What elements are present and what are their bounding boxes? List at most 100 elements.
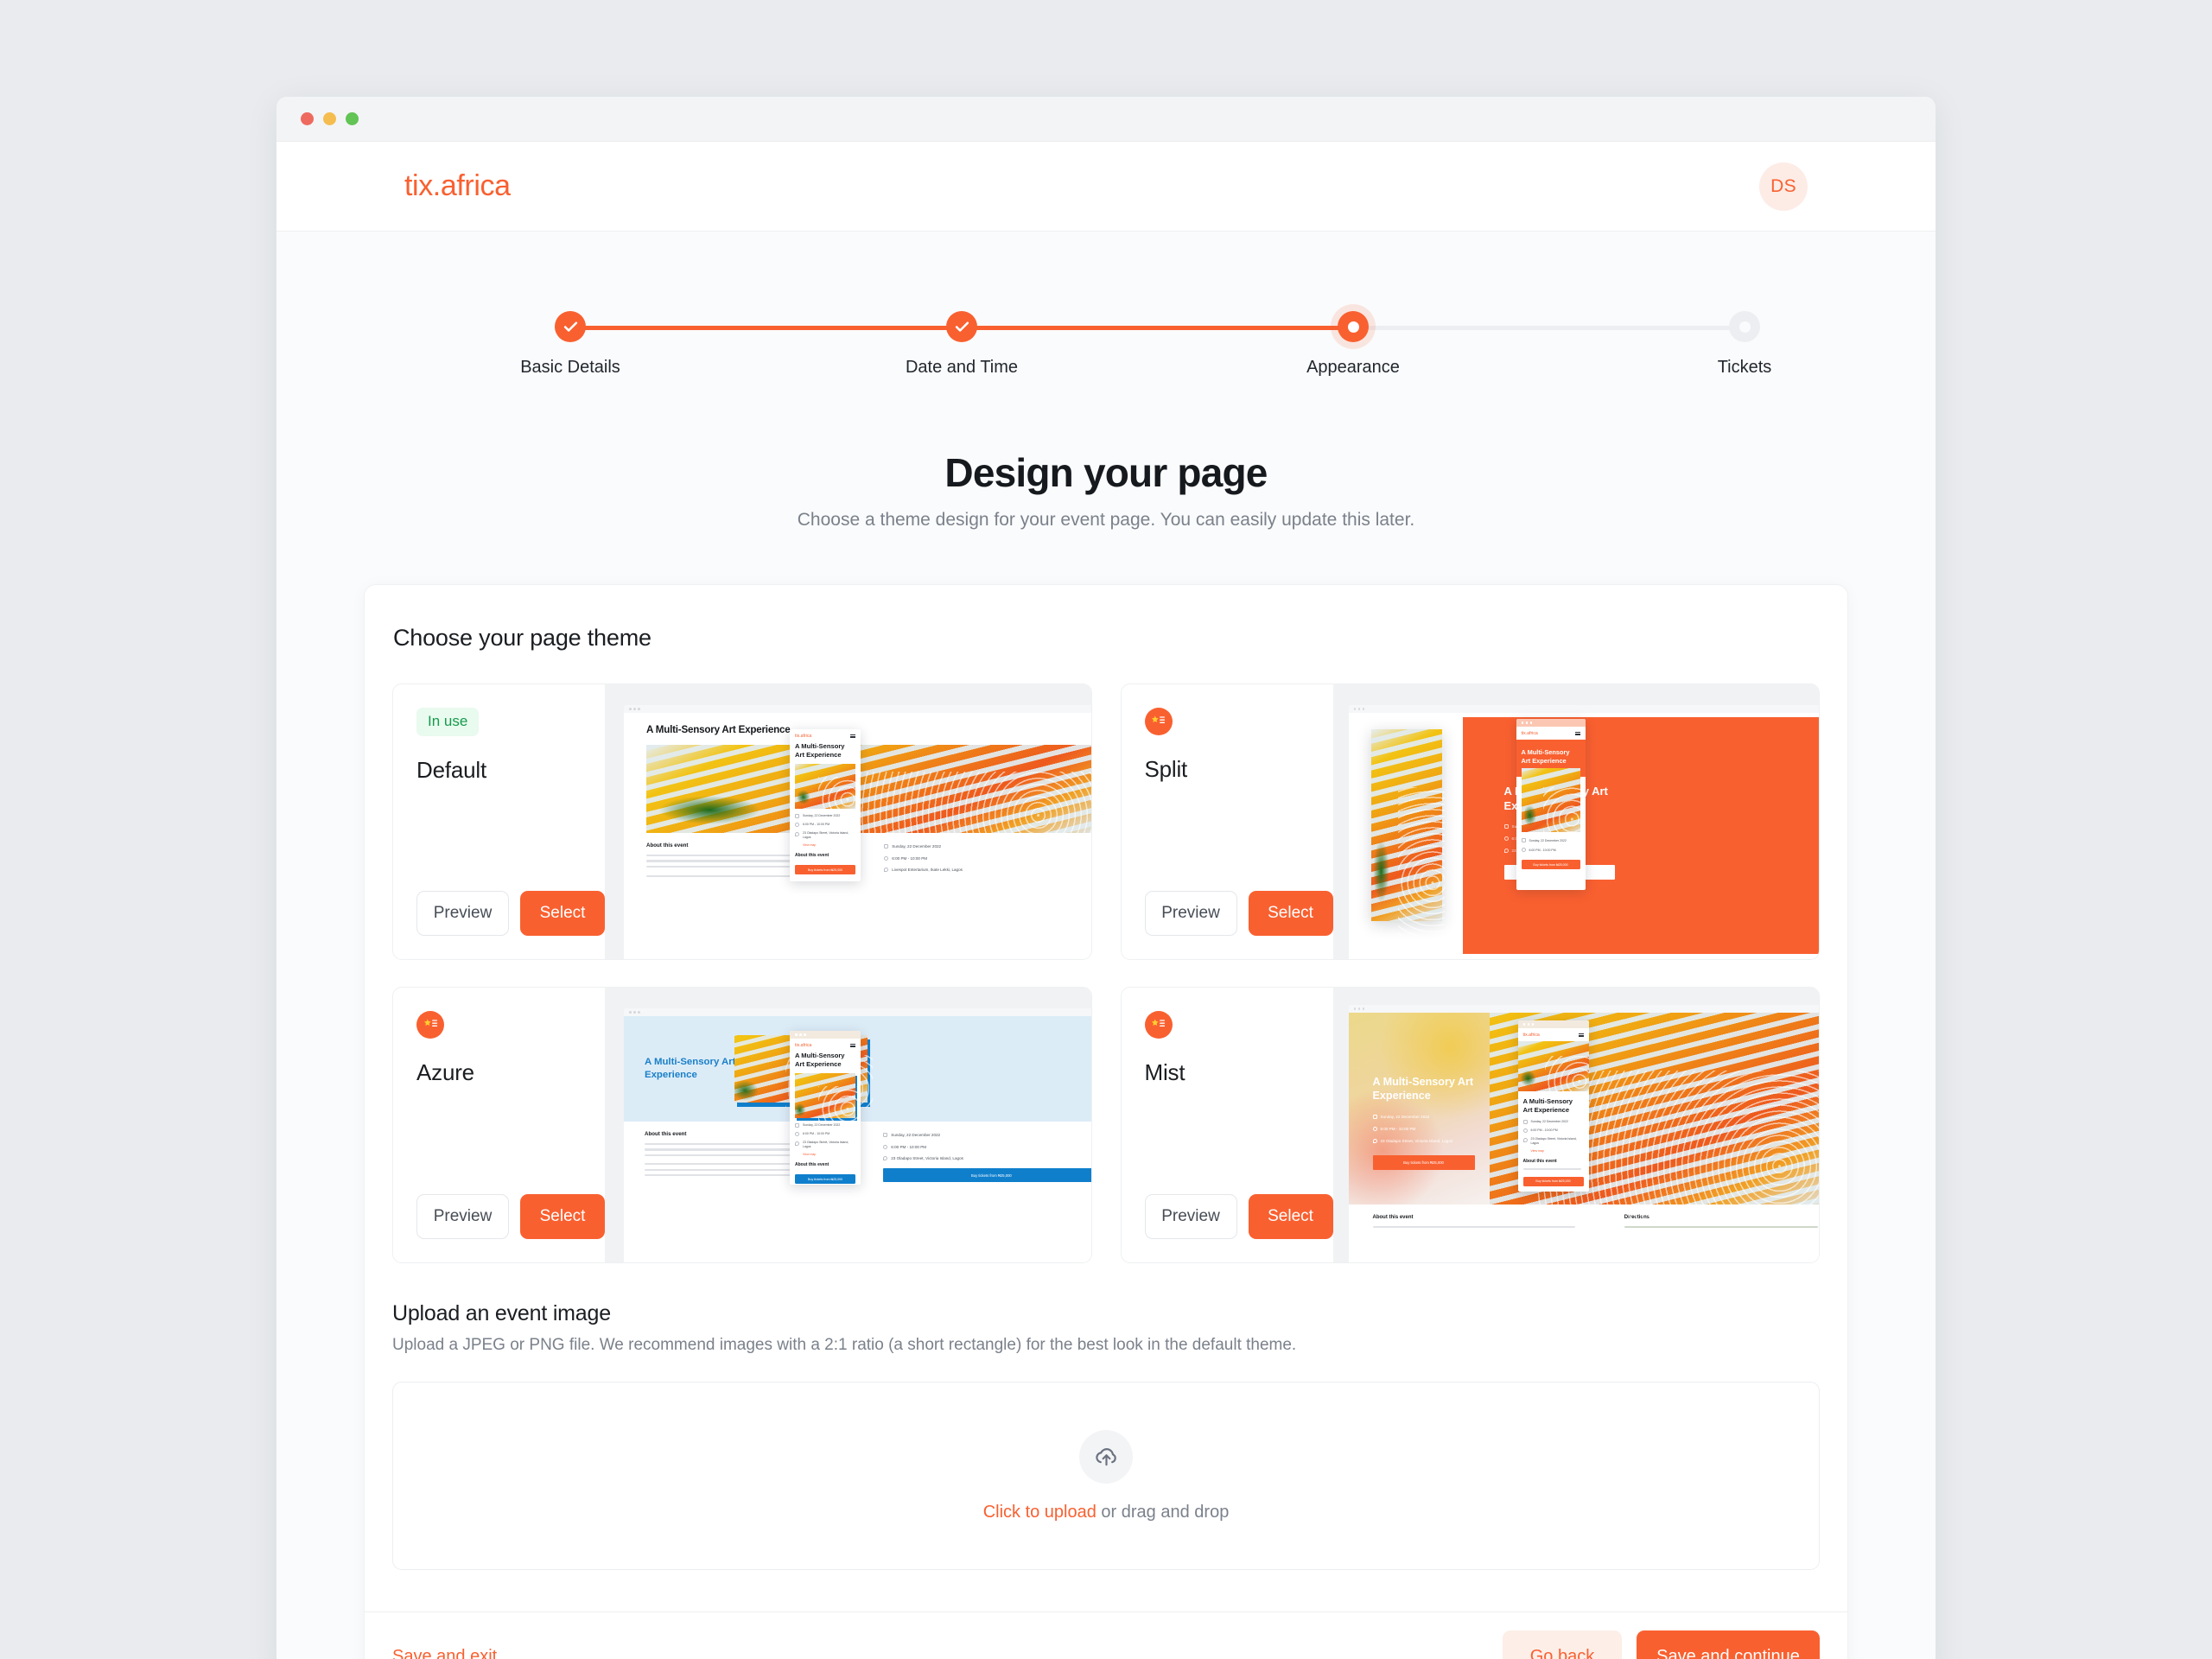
theme-name: Mist	[1144, 1059, 1185, 1085]
stepper-label-1: Basic Details	[520, 358, 620, 377]
mobile-event-title: A Multi-Sensory Art Experience	[1522, 1097, 1573, 1114]
cloud-upload-icon	[1079, 1429, 1133, 1484]
theme-card-mist[interactable]: Mist Preview Select A Multi-Sensory Art …	[1120, 987, 1820, 1263]
mobile-view-map[interactable]: View map	[803, 843, 855, 847]
stepper-node-tickets[interactable]	[1729, 311, 1760, 342]
calendar-icon	[795, 813, 799, 818]
stepper-node-date-and-time[interactable]	[946, 311, 977, 342]
theme-card-default[interactable]: In use Default Preview Select A Multi-Se…	[392, 683, 1092, 960]
mockup-event-title: A Multi-Sensory Art Experience	[646, 724, 791, 735]
mobile-about-heading: About this event	[795, 1162, 830, 1168]
pin-icon	[1522, 1137, 1528, 1142]
hamburger-icon	[1574, 731, 1580, 736]
theme-name: Azure	[416, 1059, 474, 1085]
mockup-venue: 23 Oladapo Street, Victoria Island, Lago…	[891, 1156, 963, 1160]
mockup-event-title: A Multi-Sensory Art Experience	[1372, 1076, 1474, 1103]
mockup-date: Sunday, 22 December 2022	[1380, 1114, 1430, 1119]
premium-theme-icon	[416, 1011, 444, 1039]
theme-card-info: Split Preview Select	[1122, 684, 1333, 959]
theme-preview-default[interactable]: A Multi-Sensory Art Experience About thi…	[605, 684, 1091, 959]
theme-preview-azure[interactable]: A Multi-Sensory Art Experience About thi…	[605, 988, 1091, 1262]
theme-preview-split[interactable]: A Multi-Sensory Art Experience Sunday, 2…	[1332, 684, 1819, 959]
browser-window: tix.africa DS Basic Details Date and Tim…	[276, 97, 1936, 1659]
brand-logo[interactable]: tix.africa	[404, 169, 511, 203]
mobile-time: 6:00 PM - 10:00 PM	[1529, 848, 1556, 852]
theme-section: Choose your page theme In use Default Pr…	[365, 585, 1847, 1272]
upload-description: Upload a JPEG or PNG file. We recommend …	[392, 1336, 1297, 1354]
mockup-buy-button[interactable]: Buy tickets from ₦25,000	[1372, 1154, 1475, 1170]
mockup-venue: Livespot Entertarium, Ikate Lekki, Lagos	[892, 868, 963, 872]
clock-icon	[1521, 848, 1526, 853]
mobile-time: 6:00 PM - 10:00 PM	[803, 1132, 830, 1136]
mobile-buy-button[interactable]: Buy tickets from ₦25,000	[795, 1174, 855, 1184]
clock-icon	[1503, 836, 1509, 842]
select-button-split[interactable]: Select	[1248, 891, 1333, 936]
mobile-titlebar	[1516, 719, 1586, 727]
save-and-exit-link[interactable]: Save and exit	[392, 1647, 497, 1659]
mockup-date: Sunday, 22 December 2022	[891, 1133, 941, 1137]
select-button-mist[interactable]: Select	[1248, 1194, 1333, 1239]
mockup-event-title: A Multi-Sensory Art Experience	[645, 1057, 736, 1080]
mockup-titlebar	[1348, 705, 1819, 713]
mockup-time: 6:00 PM - 10:00 PM	[1380, 1126, 1416, 1131]
select-button-azure[interactable]: Select	[520, 1194, 605, 1239]
mobile-about-heading: About this event	[1522, 1159, 1557, 1165]
mobile-brand: tix.africa	[795, 734, 812, 739]
progress-stepper: Basic Details Date and Time Appearance T…	[520, 232, 1771, 387]
theme-grid: In use Default Preview Select A Multi-Se…	[392, 683, 1820, 1263]
main-card: Choose your page theme In use Default Pr…	[364, 584, 1848, 1659]
mobile-date: Sunday, 22 December 2022	[803, 814, 841, 818]
mobile-titlebar	[1517, 1020, 1589, 1028]
theme-section-heading: Choose your page theme	[393, 625, 652, 651]
theme-preview-mist[interactable]: A Multi-Sensory Art Experience Sunday, 2…	[1332, 988, 1819, 1262]
upload-click-link[interactable]: Click to upload	[983, 1503, 1096, 1522]
mobile-hero-image	[1521, 768, 1583, 838]
theme-card-split[interactable]: Split Preview Select A Art 6:00 23 tix.a…	[1120, 683, 1820, 960]
stepper-label-4: Tickets	[1717, 358, 1772, 377]
go-back-button[interactable]: Go back	[1503, 1630, 1622, 1659]
mockup-buy-button[interactable]: Buy tickets from ₦25,000	[883, 1168, 1091, 1182]
mobile-view-map[interactable]: View map	[803, 1153, 855, 1156]
stepper-node-basic-details[interactable]	[555, 311, 586, 342]
mobile-buy-button[interactable]: Buy tickets from ₦25,000	[1522, 1177, 1584, 1186]
pin-icon	[1503, 849, 1509, 854]
preview-button-default[interactable]: Preview	[416, 891, 510, 936]
mobile-header: tix.africa	[1518, 1028, 1589, 1041]
footer-actions: Go back Save and continue	[1503, 1630, 1820, 1659]
close-window-icon[interactable]	[301, 112, 314, 125]
stepper-node-appearance[interactable]	[1338, 311, 1369, 342]
mobile-event-title: A Multi-Sensory Art Experience	[1521, 748, 1570, 765]
avatar[interactable]: DS	[1759, 162, 1808, 211]
select-button-default[interactable]: Select	[520, 891, 605, 936]
calendar-icon	[884, 844, 889, 849]
upload-drag-text: or drag and drop	[1096, 1502, 1230, 1522]
theme-card-info: Mist Preview Select	[1122, 988, 1333, 1262]
preview-button-mist[interactable]: Preview	[1144, 1194, 1237, 1239]
preview-button-split[interactable]: Preview	[1144, 891, 1237, 936]
theme-actions: Preview Select	[1144, 1194, 1333, 1239]
mobile-buy-button[interactable]: Buy tickets from ₦25,000	[1521, 860, 1580, 870]
minimize-window-icon[interactable]	[323, 112, 336, 125]
save-and-continue-button[interactable]: Save and continue	[1637, 1630, 1820, 1659]
hamburger-icon	[850, 1043, 855, 1048]
theme-card-azure[interactable]: Azure Preview Select A Multi-Sensory Art…	[392, 987, 1092, 1263]
mockup-titlebar	[624, 1008, 1091, 1016]
premium-theme-icon	[1144, 708, 1173, 735]
current-step-dot	[1347, 321, 1359, 333]
calendar-icon	[1503, 824, 1509, 830]
image-dropzone[interactable]: Click to upload or drag and drop	[392, 1382, 1820, 1570]
mobile-buy-button[interactable]: Buy tickets from ₦25,000	[795, 865, 855, 874]
inactive-step-dot	[1738, 321, 1751, 333]
maximize-window-icon[interactable]	[346, 112, 359, 125]
premium-theme-icon	[1144, 1011, 1173, 1039]
mobile-date: Sunday, 22 December 2022	[803, 1123, 841, 1128]
mobile-view-map[interactable]: View map	[1531, 1149, 1584, 1153]
theme-actions: Preview Select	[416, 1194, 605, 1239]
mobile-mockup: tix.africa A Multi-Sensory Art Experienc…	[1516, 719, 1586, 890]
preview-button-azure[interactable]: Preview	[416, 1194, 510, 1239]
mobile-venue: 23 Oladapo Street, Victoria Island, Lago…	[803, 1140, 849, 1148]
theme-card-info: Azure Preview Select	[393, 988, 605, 1262]
mobile-hero-image	[1517, 1041, 1589, 1096]
stepper-line-1	[570, 326, 962, 330]
stepper-track	[555, 311, 1760, 342]
